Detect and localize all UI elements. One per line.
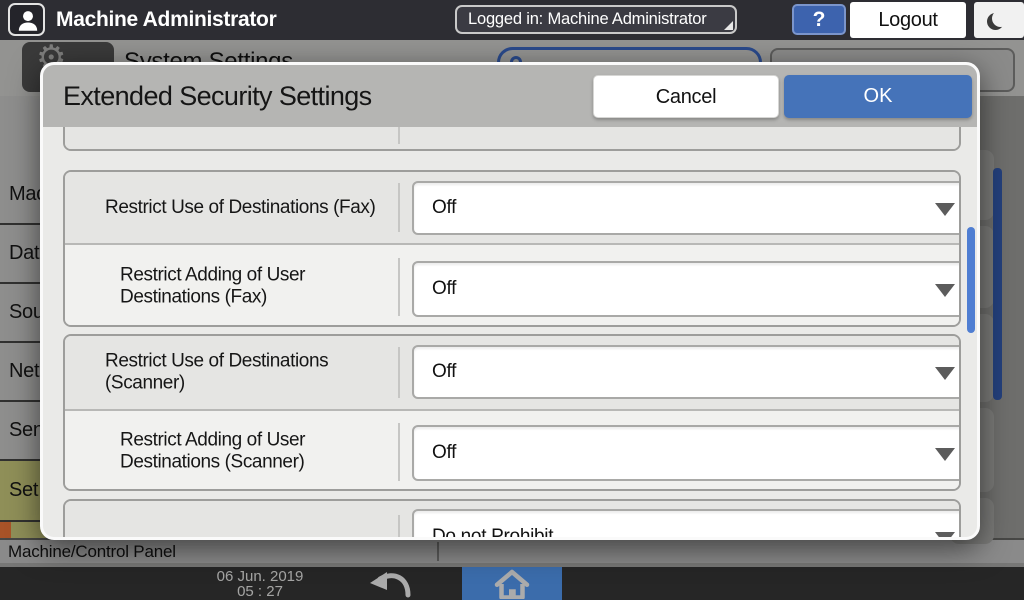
setting-row: Restrict Adding of User Destinations (Fa…	[65, 243, 959, 327]
setting-label: Restrict Use of Destinations (Fax)	[105, 196, 390, 218]
dialog-header: Extended Security Settings Cancel OK	[43, 65, 977, 127]
cancel-button[interactable]: Cancel	[593, 75, 779, 118]
divider	[398, 347, 400, 398]
setting-group-transfer: Transfer to Fax Receiver Do not Prohibit	[63, 499, 961, 540]
setting-row: Transfer to Fax Receiver Do not Prohibit	[65, 501, 959, 540]
setting-group-fax: Restrict Use of Destinations (Fax) Off R…	[63, 170, 961, 327]
setting-row: Restrict Use of Destinations (Fax) Off	[65, 172, 959, 243]
setting-label: Restrict Adding of User Destinations (Sc…	[120, 430, 390, 475]
divider	[398, 423, 400, 480]
screen: ⚙ ⚙ System Settings Mac Dat Sou Net Sen …	[0, 0, 1024, 600]
transfer-to-fax-receiver-dropdown[interactable]: Do not Prohibit	[412, 509, 961, 540]
dropdown-corner-icon	[724, 21, 733, 30]
restrict-use-destinations-fax-dropdown[interactable]: Off	[412, 181, 961, 235]
dropdown-value: Off	[432, 278, 456, 300]
divider	[398, 515, 400, 541]
setting-row: Restrict Adding of User Destinations (Sc…	[65, 409, 959, 491]
user-button[interactable]	[8, 3, 45, 36]
dialog-title: Extended Security Settings	[63, 65, 372, 127]
setting-group-scanner: Restrict Use of Destinations (Scanner) O…	[63, 334, 961, 491]
help-button[interactable]: ?	[792, 4, 846, 35]
dropdown-value: Off	[432, 442, 456, 464]
divider	[398, 258, 400, 317]
dropdown-value: Do not Prohibit	[432, 526, 553, 540]
restrict-adding-user-destinations-fax-dropdown[interactable]: Off	[412, 261, 961, 317]
dropdown-value: Off	[432, 361, 456, 383]
restrict-adding-user-destinations-scanner-dropdown[interactable]: Off	[412, 425, 961, 481]
dropdown-value: Off	[432, 197, 456, 219]
logout-button[interactable]: Logout	[850, 2, 966, 38]
chevron-down-icon	[935, 448, 955, 461]
setting-row: Restrict Use of Destinations (Scanner) O…	[65, 336, 959, 409]
setting-label: Restrict Adding of User Destinations (Fa…	[120, 265, 390, 310]
sleep-mode-button[interactable]	[974, 2, 1024, 38]
dialog-scrollbar[interactable]	[967, 227, 975, 333]
divider	[398, 183, 400, 233]
chevron-down-icon	[935, 532, 955, 540]
restrict-use-destinations-scanner-dropdown[interactable]: Off	[412, 345, 961, 399]
login-status-dropdown[interactable]: Logged in: Machine Administrator	[455, 5, 737, 34]
login-status-label: Logged in: Machine Administrator	[468, 10, 707, 28]
extended-security-settings-dialog: Restrict Use of Destinations (Fax) Off R…	[40, 62, 980, 540]
setting-label: Restrict Use of Destinations (Scanner)	[105, 350, 390, 395]
user-icon	[15, 8, 41, 34]
moon-icon	[992, 10, 1009, 27]
chevron-down-icon	[935, 284, 955, 297]
top-bar: Machine Administrator Logged in: Machine…	[0, 0, 1024, 40]
page-title: Machine Administrator	[56, 0, 276, 40]
chevron-down-icon	[935, 203, 955, 216]
ok-button[interactable]: OK	[784, 75, 972, 118]
setting-label: Transfer to Fax Receiver	[105, 535, 390, 540]
chevron-down-icon	[935, 367, 955, 380]
